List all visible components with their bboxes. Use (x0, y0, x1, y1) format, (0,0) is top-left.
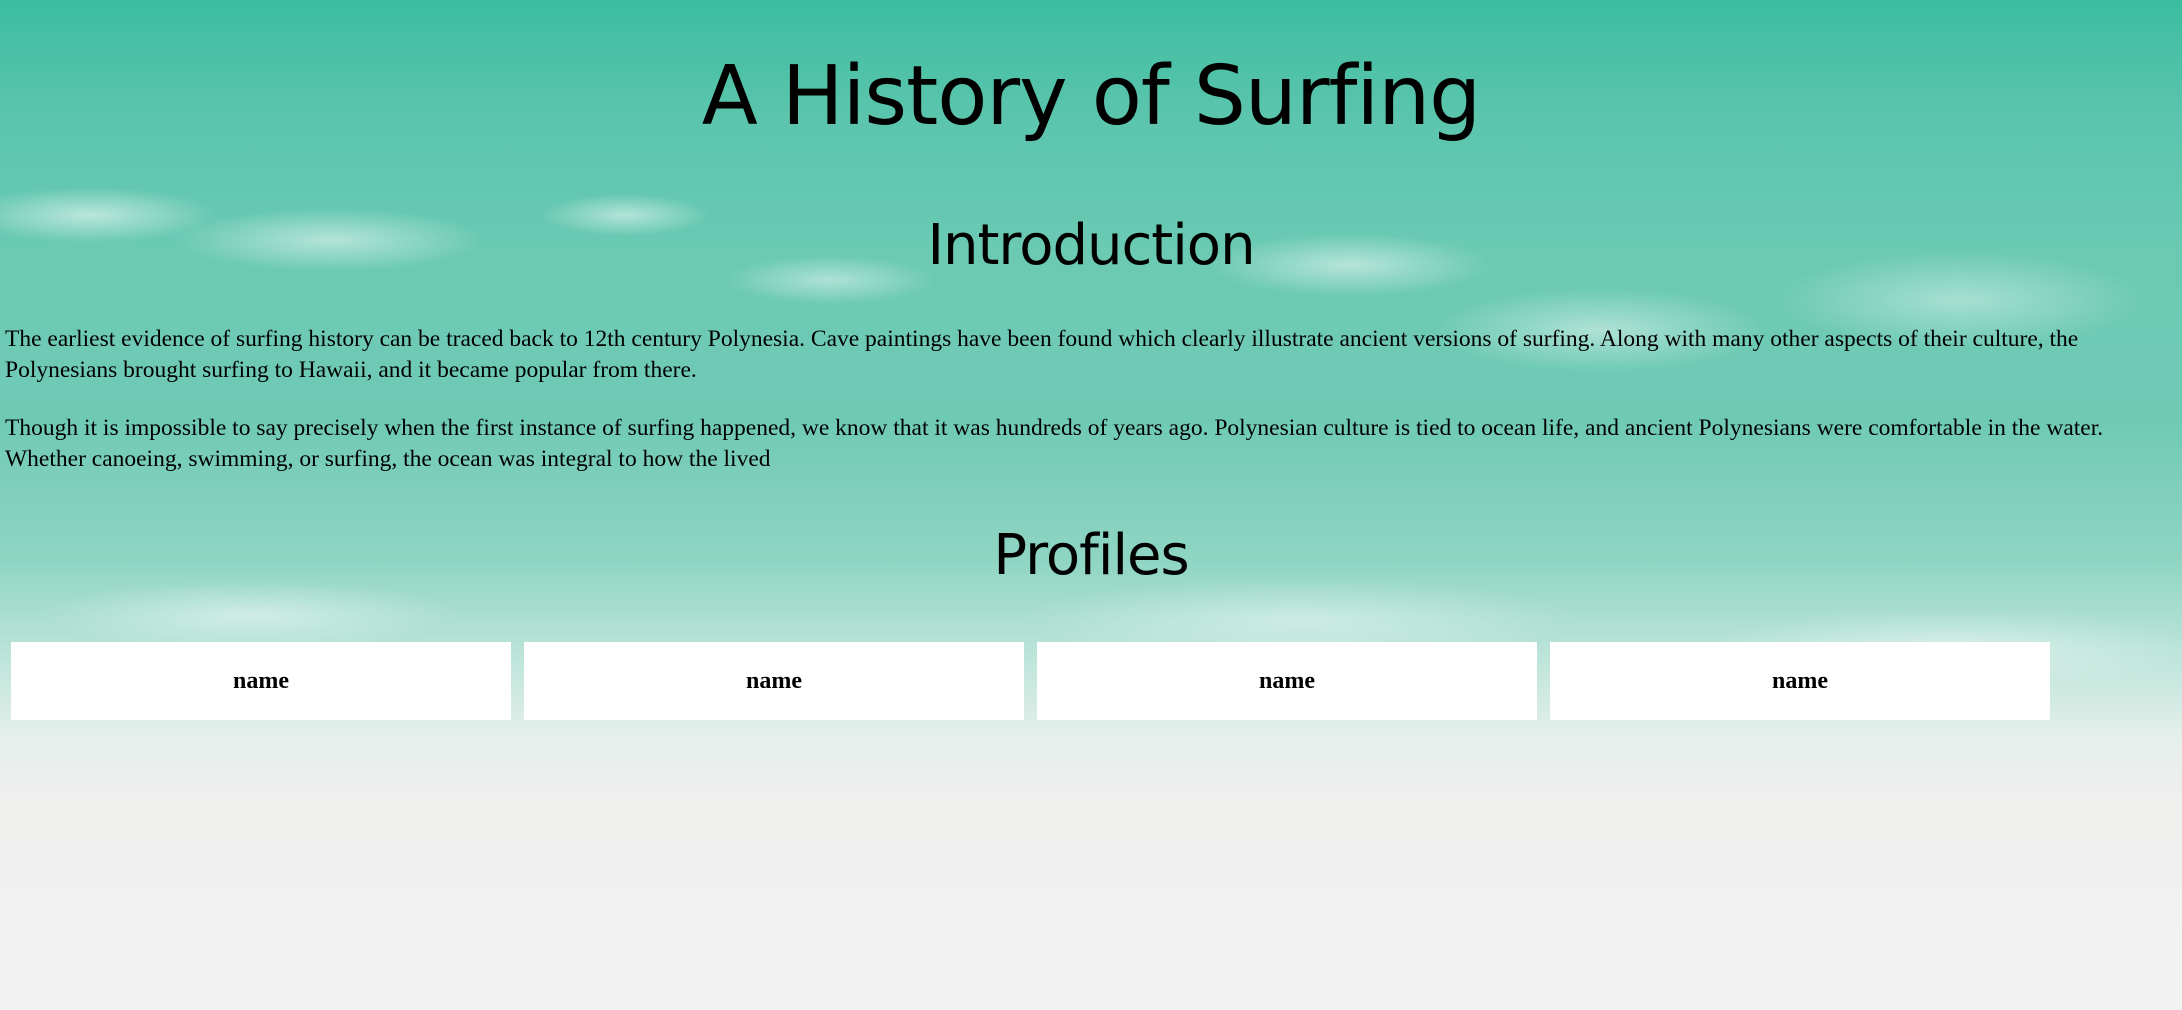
profile-card-4[interactable]: name (1550, 642, 2050, 720)
introduction-paragraph-1: The earliest evidence of surfing history… (5, 326, 2079, 383)
profile-name: name (746, 667, 802, 694)
page-background: A History of Surfing Introduction The ea… (0, 0, 2182, 1010)
profiles-heading: Profiles (993, 523, 1189, 588)
profile-card-2[interactable]: name (524, 642, 1024, 720)
profile-name: name (1772, 667, 1828, 694)
introduction-heading: Introduction (927, 213, 1255, 278)
profile-card-1[interactable]: name (11, 642, 511, 720)
profiles-row: name name name name (11, 642, 2050, 720)
profile-name: name (1259, 667, 1315, 694)
profile-card-3[interactable]: name (1037, 642, 1537, 720)
introduction-paragraph-2: Though it is impossible to say precisely… (5, 415, 2104, 472)
page-title: A History of Surfing (701, 49, 1481, 144)
profile-name: name (233, 667, 289, 694)
